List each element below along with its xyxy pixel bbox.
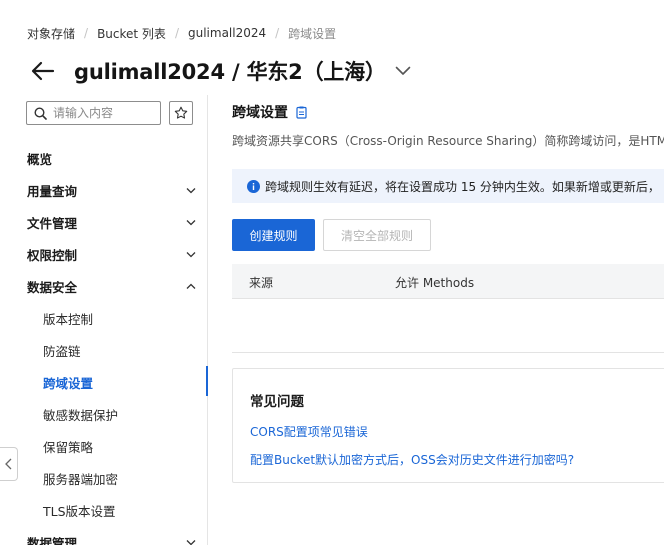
favorite-button[interactable] — [169, 101, 193, 125]
chevron-down-icon — [185, 248, 197, 260]
section-description: 跨域资源共享CORS（Cross-Origin Resource Sharing… — [232, 134, 664, 148]
breadcrumb: 对象存储 / Bucket 列表 / gulimall2024 / 跨域设置 — [27, 24, 336, 42]
faq-link-cors-errors[interactable]: CORS配置项常见错误 — [250, 423, 368, 440]
rules-table-header: 来源 允许 Methods — [232, 264, 664, 299]
chevron-down-icon[interactable] — [395, 62, 413, 80]
breadcrumb-item-bucket-list[interactable]: Bucket 列表 — [97, 25, 166, 42]
sidebar-item-permissions[interactable]: 权限控制 — [27, 242, 197, 266]
faq-title: 常见问题 — [250, 394, 304, 410]
breadcrumb-current: 跨域设置 — [288, 26, 337, 41]
sidebar-subitem-cors[interactable]: 跨域设置 — [43, 370, 93, 394]
breadcrumb-separator: / — [174, 26, 179, 40]
active-indicator — [206, 366, 208, 396]
main-content: 跨域设置 跨域资源共享CORS（Cross-Origin Resource Sh… — [232, 95, 664, 545]
sidebar-item-label: 用量查询 — [27, 183, 78, 199]
chevron-down-icon — [185, 216, 197, 228]
chevron-down-icon — [185, 536, 197, 545]
sidebar-item-data-security[interactable]: 数据安全 — [27, 274, 197, 298]
sidebar-item-label: 数据安全 — [27, 279, 78, 295]
search-input[interactable] — [53, 106, 153, 120]
star-icon — [174, 106, 188, 120]
clear-all-rules-button: 清空全部规则 — [323, 219, 431, 251]
sidebar-item-label: 文件管理 — [27, 215, 78, 231]
notice-text: 跨域规则生效有延迟，将在设置成功 15 分钟内生效。如果新增或更新后， — [265, 179, 660, 194]
info-icon — [247, 179, 260, 193]
sidebar-subitem-hotlink[interactable]: 防盗链 — [43, 338, 81, 362]
sidebar-collapse-button[interactable] — [0, 447, 18, 481]
column-header-methods: 允许 Methods — [395, 276, 475, 290]
sidebar-item-data-management[interactable]: 数据管理 — [27, 530, 197, 545]
arrow-left-icon[interactable] — [30, 59, 56, 83]
column-header-origin: 来源 — [249, 276, 274, 290]
table-divider — [232, 352, 664, 353]
faq-panel: 常见问题 CORS配置项常见错误 配置Bucket默认加密方式后，OSS会对历史… — [232, 368, 664, 483]
sidebar-item-label: 概览 — [27, 151, 53, 167]
document-icon[interactable] — [296, 105, 308, 119]
chevron-down-icon — [185, 184, 197, 196]
sidebar-item-usage[interactable]: 用量查询 — [27, 178, 197, 202]
faq-link-encryption[interactable]: 配置Bucket默认加密方式后，OSS会对历史文件进行加密吗? — [250, 451, 574, 468]
sidebar-item-files[interactable]: 文件管理 — [27, 210, 197, 234]
page-header: gulimall2024 / 华东2（上海） — [30, 55, 413, 87]
sidebar-item-label: 权限控制 — [27, 247, 78, 263]
section-title: 跨域设置 — [232, 105, 288, 121]
breadcrumb-item-bucket[interactable]: gulimall2024 — [188, 26, 266, 40]
sidebar-subitem-retention[interactable]: 保留策略 — [43, 434, 93, 458]
breadcrumb-item-oss[interactable]: 对象存储 — [27, 25, 75, 42]
sidebar-subitem-versioning[interactable]: 版本控制 — [43, 306, 93, 330]
create-rule-button[interactable]: 创建规则 — [232, 219, 315, 251]
sidebar-subitem-tls[interactable]: TLS版本设置 — [43, 498, 116, 522]
page-title: gulimall2024 / 华东2（上海） — [74, 60, 386, 84]
sidebar-subitem-encryption[interactable]: 服务器端加密 — [43, 466, 118, 490]
sidebar-item-overview[interactable]: 概览 — [27, 146, 197, 170]
chevron-up-icon — [185, 280, 197, 292]
sidebar: 概览 用量查询 文件管理 权限控制 数据安全 版本控制 防盗链 跨域设置 敏感数… — [0, 95, 208, 545]
sidebar-item-label: 数据管理 — [27, 535, 78, 545]
section-header: 跨域设置 — [232, 102, 308, 122]
sidebar-search[interactable] — [26, 101, 161, 125]
info-notice: 跨域规则生效有延迟，将在设置成功 15 分钟内生效。如果新增或更新后， — [232, 169, 664, 203]
search-icon — [27, 102, 53, 124]
sidebar-subitem-sensitive-data[interactable]: 敏感数据保护 — [43, 402, 118, 426]
chevron-left-icon — [5, 458, 12, 470]
breadcrumb-separator: / — [275, 26, 280, 40]
breadcrumb-separator: / — [84, 26, 89, 40]
